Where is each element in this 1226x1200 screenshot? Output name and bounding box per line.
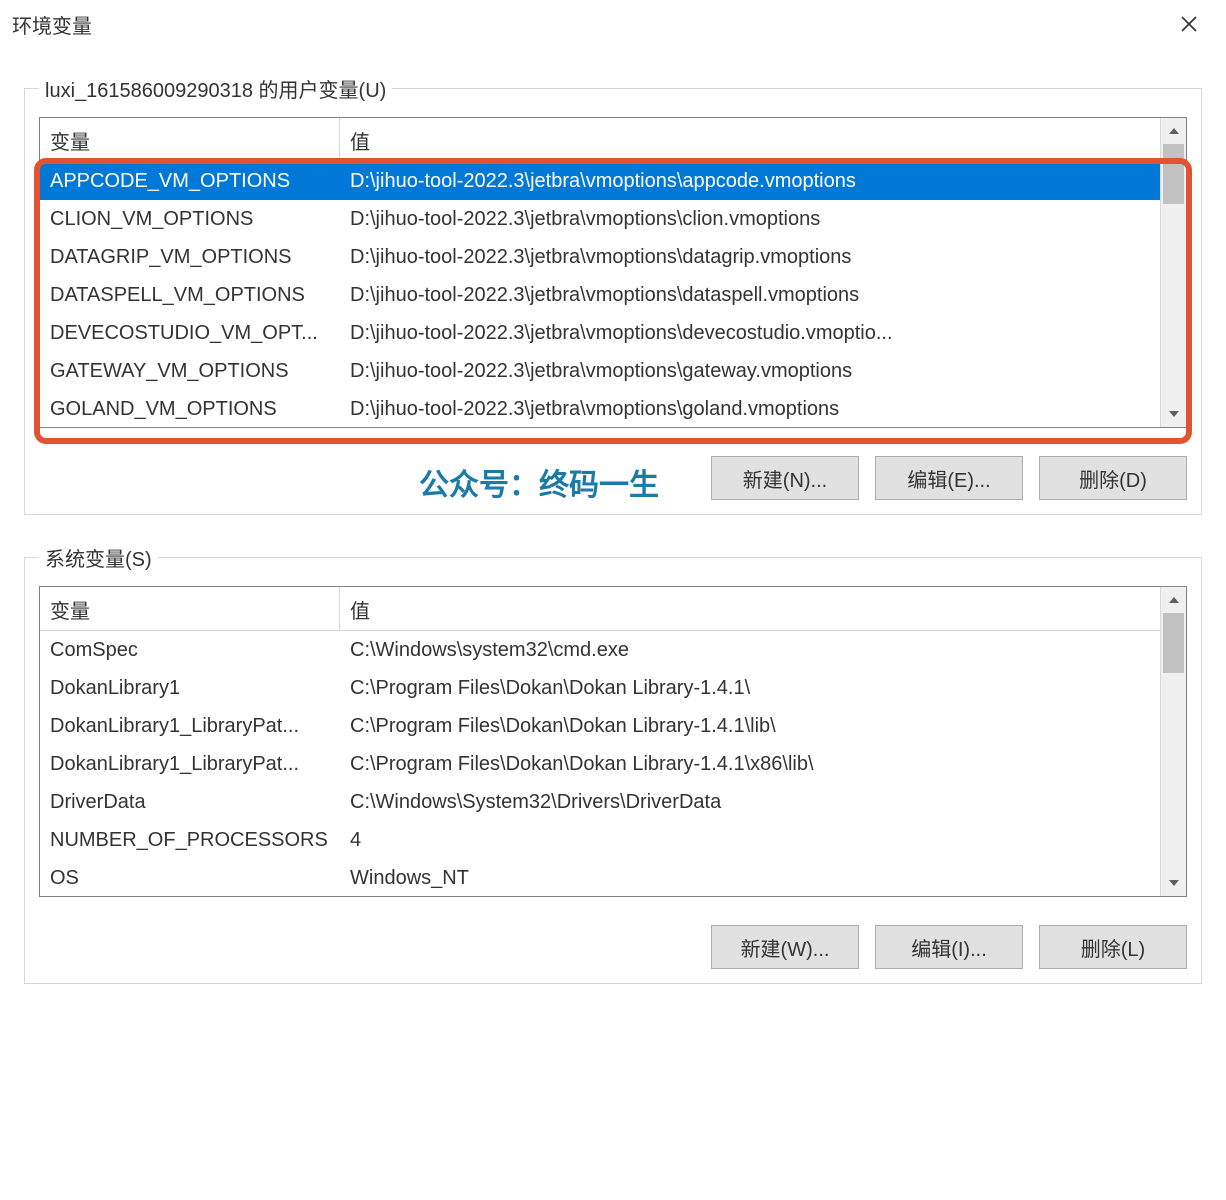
watermark-text: 公众号：终码一生 — [419, 460, 659, 504]
column-header-value[interactable]: 值 — [340, 118, 1186, 161]
system-variables-table[interactable]: 变量 值 ComSpecC:\Windows\system32\cmd.exeD… — [39, 586, 1187, 897]
user-new-button[interactable]: 新建(N)... — [711, 456, 859, 500]
variable-name: DriverData — [40, 791, 340, 814]
user-button-row: 公众号：终码一生 新建(N)... 编辑(E)... 删除(D) — [39, 456, 1187, 500]
table-row[interactable]: DEVECOSTUDIO_VM_OPT...D:\jihuo-tool-2022… — [40, 314, 1186, 352]
variable-value: Windows_NT — [340, 867, 1186, 890]
table-header: 变量 值 — [40, 118, 1186, 162]
scroll-thumb[interactable] — [1163, 613, 1184, 673]
variable-name: DEVECOSTUDIO_VM_OPT... — [40, 322, 340, 345]
variable-name: DokanLibrary1 — [40, 677, 340, 700]
table-row[interactable]: DokanLibrary1_LibraryPat...C:\Program Fi… — [40, 707, 1186, 745]
table-row[interactable]: DokanLibrary1C:\Program Files\Dokan\Doka… — [40, 669, 1186, 707]
variable-name: DATASPELL_VM_OPTIONS — [40, 284, 340, 307]
variable-value: C:\Windows\System32\Drivers\DriverData — [340, 791, 1186, 814]
table-row[interactable]: CLION_VM_OPTIONSD:\jihuo-tool-2022.3\jet… — [40, 200, 1186, 238]
window-title: 环境变量 — [12, 10, 92, 39]
variable-name: DATAGRIP_VM_OPTIONS — [40, 246, 340, 269]
variable-name: APPCODE_VM_OPTIONS — [40, 170, 340, 193]
variable-name: GATEWAY_VM_OPTIONS — [40, 360, 340, 383]
scroll-track[interactable] — [1161, 613, 1186, 870]
system-edit-button[interactable]: 编辑(I)... — [875, 925, 1023, 969]
user-variables-group: luxi_161586009290318 的用户变量(U) 变量 值 APPCO… — [24, 74, 1202, 515]
table-row[interactable]: OSWindows_NT — [40, 859, 1186, 897]
user-delete-button[interactable]: 删除(D) — [1039, 456, 1187, 500]
variable-name: OS — [40, 867, 340, 890]
table-row[interactable]: GOLAND_VM_OPTIONSD:\jihuo-tool-2022.3\je… — [40, 390, 1186, 428]
variable-value: D:\jihuo-tool-2022.3\jetbra\vmoptions\da… — [340, 284, 1186, 307]
table-row[interactable]: GATEWAY_VM_OPTIONSD:\jihuo-tool-2022.3\j… — [40, 352, 1186, 390]
user-variables-legend: luxi_161586009290318 的用户变量(U) — [39, 74, 392, 103]
variable-value: D:\jihuo-tool-2022.3\jetbra\vmoptions\da… — [340, 246, 1186, 269]
variable-name: DokanLibrary1_LibraryPat... — [40, 753, 340, 776]
close-icon[interactable] — [1166, 8, 1212, 40]
variable-name: NUMBER_OF_PROCESSORS — [40, 829, 340, 852]
scroll-thumb[interactable] — [1163, 144, 1184, 204]
user-table-body: APPCODE_VM_OPTIONSD:\jihuo-tool-2022.3\j… — [40, 162, 1186, 429]
variable-value: C:\Program Files\Dokan\Dokan Library-1.4… — [340, 715, 1186, 738]
table-header: 变量 值 — [40, 587, 1186, 631]
system-button-row: 新建(W)... 编辑(I)... 删除(L) — [39, 925, 1187, 969]
user-variables-table[interactable]: 变量 值 APPCODE_VM_OPTIONSD:\jihuo-tool-202… — [39, 117, 1187, 428]
table-row[interactable]: APPCODE_VM_OPTIONSD:\jihuo-tool-2022.3\j… — [40, 162, 1186, 200]
variable-name: GOLAND_VM_OPTIONS — [40, 398, 340, 421]
scroll-down-icon[interactable] — [1161, 870, 1186, 896]
column-header-value[interactable]: 值 — [340, 587, 1186, 630]
variable-value: C:\Program Files\Dokan\Dokan Library-1.4… — [340, 677, 1186, 700]
table-row[interactable]: ComSpecC:\Windows\system32\cmd.exe — [40, 631, 1186, 669]
variable-value: D:\jihuo-tool-2022.3\jetbra\vmoptions\ga… — [340, 360, 1186, 383]
system-table-body: ComSpecC:\Windows\system32\cmd.exeDokanL… — [40, 631, 1186, 898]
scroll-down-icon[interactable] — [1161, 401, 1186, 427]
variable-name: CLION_VM_OPTIONS — [40, 208, 340, 231]
dialog-content: luxi_161586009290318 的用户变量(U) 变量 值 APPCO… — [0, 74, 1226, 1004]
system-variables-legend: 系统变量(S) — [39, 543, 158, 572]
titlebar: 环境变量 — [0, 0, 1226, 46]
scroll-track[interactable] — [1161, 144, 1186, 401]
variable-value: C:\Windows\system32\cmd.exe — [340, 639, 1186, 662]
system-new-button[interactable]: 新建(W)... — [711, 925, 859, 969]
column-header-variable[interactable]: 变量 — [40, 118, 340, 161]
variable-value: D:\jihuo-tool-2022.3\jetbra\vmoptions\cl… — [340, 208, 1186, 231]
variable-name: ComSpec — [40, 639, 340, 662]
scrollbar[interactable] — [1160, 118, 1186, 427]
table-row[interactable]: DATAGRIP_VM_OPTIONSD:\jihuo-tool-2022.3\… — [40, 238, 1186, 276]
variable-value: D:\jihuo-tool-2022.3\jetbra\vmoptions\de… — [340, 322, 1186, 345]
scrollbar[interactable] — [1160, 587, 1186, 896]
user-edit-button[interactable]: 编辑(E)... — [875, 456, 1023, 500]
system-delete-button[interactable]: 删除(L) — [1039, 925, 1187, 969]
table-row[interactable]: DATASPELL_VM_OPTIONSD:\jihuo-tool-2022.3… — [40, 276, 1186, 314]
table-row[interactable]: DriverDataC:\Windows\System32\Drivers\Dr… — [40, 783, 1186, 821]
scroll-up-icon[interactable] — [1161, 587, 1186, 613]
variable-name: DokanLibrary1_LibraryPat... — [40, 715, 340, 738]
variable-value: C:\Program Files\Dokan\Dokan Library-1.4… — [340, 753, 1186, 776]
variable-value: D:\jihuo-tool-2022.3\jetbra\vmoptions\ap… — [340, 170, 1186, 193]
table-row[interactable]: NUMBER_OF_PROCESSORS4 — [40, 821, 1186, 859]
variable-value: 4 — [340, 829, 1186, 852]
variable-value: D:\jihuo-tool-2022.3\jetbra\vmoptions\go… — [340, 398, 1186, 421]
system-variables-group: 系统变量(S) 变量 值 ComSpecC:\Windows\system32\… — [24, 543, 1202, 984]
column-header-variable[interactable]: 变量 — [40, 587, 340, 630]
table-row[interactable]: DokanLibrary1_LibraryPat...C:\Program Fi… — [40, 745, 1186, 783]
scroll-up-icon[interactable] — [1161, 118, 1186, 144]
